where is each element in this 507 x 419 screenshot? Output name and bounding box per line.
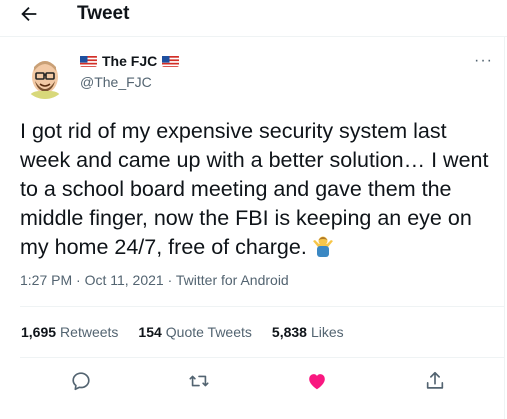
divider	[20, 306, 504, 307]
like-icon[interactable]	[305, 370, 331, 396]
quotes-stat[interactable]: 154 Quote Tweets	[138, 324, 252, 340]
retweets-label: Retweets	[60, 324, 119, 340]
retweets-stat[interactable]: 1,695 Retweets	[21, 324, 118, 340]
author-name[interactable]: The FJC	[102, 53, 157, 69]
arrow-left-icon[interactable]	[18, 3, 46, 27]
flag-us-icon	[80, 55, 97, 67]
more-icon[interactable]: ···	[474, 52, 493, 70]
man-shrugging-emoji	[311, 235, 335, 257]
author-handle[interactable]: @The_FJC	[80, 74, 152, 90]
page-header: Tweet	[0, 0, 507, 37]
tweet-text: I got rid of my expensive security syste…	[20, 117, 502, 262]
tweet-timestamp[interactable]: 1:27 PM · Oct 11, 2021 · Twitter for And…	[20, 272, 289, 288]
author-name-row[interactable]: The FJC	[80, 53, 180, 69]
avatar[interactable]	[22, 53, 68, 99]
quotes-count: 154	[138, 324, 162, 340]
column-border	[504, 36, 505, 419]
likes-count: 5,838	[271, 324, 307, 340]
retweets-count: 1,695	[21, 324, 57, 340]
retweet-icon[interactable]	[187, 370, 213, 396]
flag-us-icon	[162, 55, 180, 67]
tweet-body: I got rid of my expensive security syste…	[20, 119, 489, 259]
quotes-label: Quote Tweets	[165, 324, 252, 340]
likes-label: Likes	[310, 324, 344, 340]
likes-stat[interactable]: 5,838 Likes	[272, 324, 344, 340]
divider	[20, 357, 504, 358]
tweet-stats: 1,695 Retweets 154 Quote Tweets 5,838 Likes	[21, 324, 344, 340]
share-icon[interactable]	[424, 370, 450, 396]
page-title: Tweet	[77, 3, 130, 24]
reply-icon[interactable]	[70, 370, 96, 396]
